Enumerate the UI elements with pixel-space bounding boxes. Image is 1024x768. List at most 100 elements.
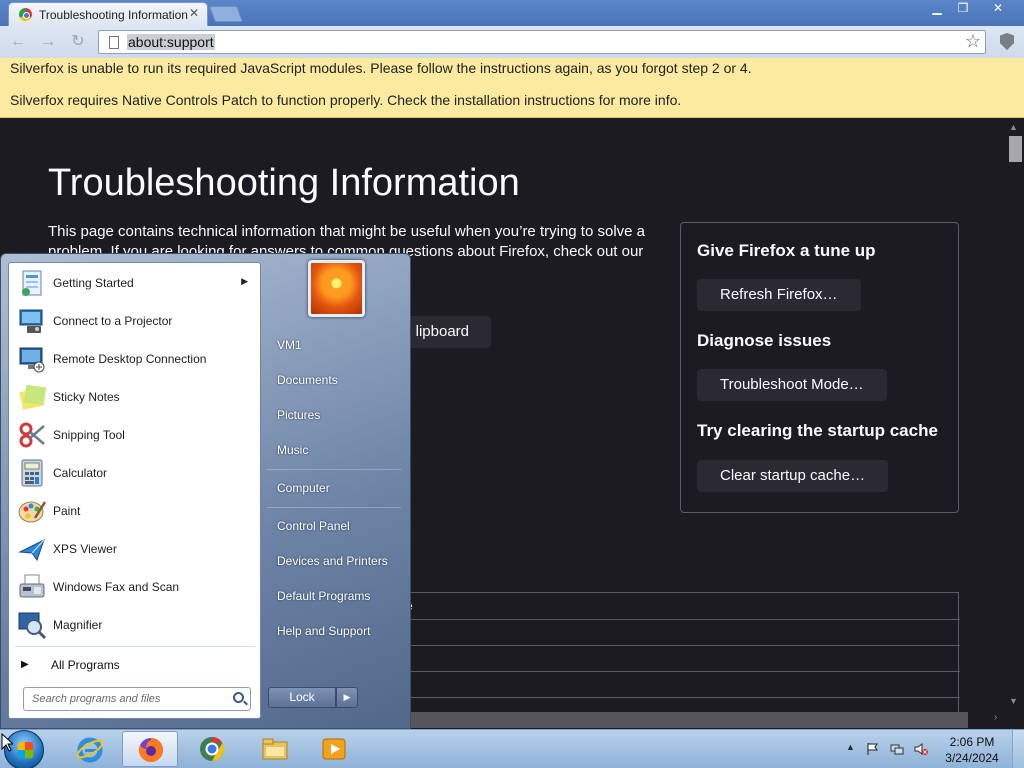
- close-tab-icon[interactable]: ✕: [189, 6, 199, 20]
- projector-icon: [19, 309, 43, 333]
- taskbar-clock[interactable]: 2:06 PM 3/24/2024: [936, 734, 1008, 766]
- paint-palette-icon: [18, 501, 47, 523]
- bookmark-star-icon[interactable]: ☆: [965, 31, 981, 52]
- taskbar: ▲ 2:06 PM 3/24/2024: [0, 729, 1024, 768]
- shutdown-options-arrow-icon[interactable]: ▶: [336, 687, 358, 708]
- notice-line-1: Silverfox is unable to run its required …: [10, 60, 752, 76]
- clear-startup-cache-button[interactable]: Clear startup cache…: [697, 460, 889, 492]
- window-titlebar: Troubleshooting Information ✕ ▁ ❐ ✕: [0, 0, 1024, 26]
- search-programs-input[interactable]: Search programs and files: [23, 687, 251, 711]
- start-link-devices-printers[interactable]: Devices and Printers: [277, 554, 388, 568]
- clock-date: 3/24/2024: [945, 751, 999, 765]
- start-link-help-support[interactable]: Help and Support: [277, 624, 370, 638]
- program-fax-scan[interactable]: Windows Fax and Scan: [13, 569, 256, 605]
- start-menu-programs-pane: Getting Started ▶ Connect to a Projector…: [8, 262, 261, 719]
- start-link-user[interactable]: VM1: [277, 338, 302, 352]
- file-explorer-icon: [262, 738, 288, 760]
- page-icon: [109, 36, 119, 49]
- program-label: Calculator: [53, 466, 108, 480]
- all-programs-button[interactable]: ▶ All Programs: [21, 653, 251, 677]
- browser-tab[interactable]: Troubleshooting Information ✕: [8, 2, 208, 26]
- program-label: Paint: [53, 504, 81, 518]
- start-link-control-panel[interactable]: Control Panel: [277, 519, 350, 533]
- start-link-pictures[interactable]: Pictures: [277, 408, 320, 422]
- troubleshoot-mode-button[interactable]: Troubleshoot Mode…: [697, 369, 887, 401]
- firefox-icon: [138, 738, 163, 762]
- network-icon[interactable]: [890, 742, 904, 756]
- taskbar-firefox[interactable]: [122, 731, 178, 767]
- tuneup-heading: Give Firefox a tune up: [697, 241, 876, 260]
- all-programs-arrow-icon: ▶: [21, 659, 29, 670]
- menu-divider: [15, 646, 255, 647]
- startup-cache-heading: Try clearing the startup cache: [697, 421, 938, 440]
- scroll-right-icon[interactable]: ›: [994, 712, 997, 723]
- taskbar-chrome[interactable]: [184, 731, 240, 767]
- taskbar-internet-explorer[interactable]: [62, 731, 118, 767]
- menu-separator: [267, 507, 401, 508]
- show-hidden-icons-icon[interactable]: ▲: [846, 742, 855, 752]
- show-desktop-button[interactable]: [1012, 730, 1024, 768]
- system-tray: ▲ 2:06 PM 3/24/2024: [844, 730, 1024, 768]
- scrollbar-thumb[interactable]: [1009, 136, 1022, 162]
- start-link-music[interactable]: Music: [277, 443, 308, 457]
- start-link-documents[interactable]: Documents: [277, 373, 338, 387]
- action-box: Give Firefox a tune up Refresh Firefox… …: [680, 222, 959, 513]
- start-link-computer[interactable]: Computer: [277, 481, 330, 495]
- reload-icon[interactable]: ↻: [68, 32, 88, 52]
- chrome-icon: [200, 737, 225, 761]
- restore-button[interactable]: ❐: [950, 0, 976, 18]
- program-label: XPS Viewer: [53, 542, 117, 556]
- refresh-firefox-button[interactable]: Refresh Firefox…: [697, 279, 861, 311]
- action-center-flag-icon[interactable]: [866, 742, 880, 756]
- program-connect-projector[interactable]: Connect to a Projector: [13, 303, 256, 339]
- program-remote-desktop[interactable]: Remote Desktop Connection: [13, 341, 256, 377]
- fax-icon: [19, 574, 45, 598]
- search-placeholder: Search programs and files: [32, 693, 161, 705]
- scissors-icon: [19, 422, 45, 448]
- magnifier-icon: [18, 612, 47, 640]
- start-link-default-programs[interactable]: Default Programs: [277, 589, 370, 603]
- getting-started-icon: [22, 270, 42, 296]
- browser-toolbar: ← → ↻ about:support ☆: [0, 26, 1024, 58]
- vertical-scrollbar[interactable]: ▲ ▼: [1006, 118, 1024, 712]
- program-getting-started[interactable]: Getting Started ▶: [13, 265, 256, 301]
- back-arrow-icon[interactable]: ←: [8, 32, 28, 52]
- search-icon[interactable]: [233, 692, 244, 703]
- xps-viewer-icon: [18, 539, 45, 562]
- new-tab-button[interactable]: [209, 6, 243, 22]
- sticky-notes-icon: [19, 384, 47, 410]
- minimize-button[interactable]: ▁: [924, 0, 950, 18]
- clock-time: 2:06 PM: [949, 735, 995, 749]
- mouse-cursor-icon: [1, 733, 13, 752]
- diagnose-heading: Diagnose issues: [697, 331, 832, 350]
- program-magnifier[interactable]: Magnifier: [13, 607, 256, 643]
- program-label: Connect to a Projector: [53, 314, 173, 328]
- program-label: Magnifier: [53, 618, 103, 632]
- warning-notice-bar: Silverfox is unable to run its required …: [0, 58, 1024, 118]
- scroll-down-icon[interactable]: ▼: [1009, 696, 1018, 706]
- program-xps-viewer[interactable]: XPS Viewer: [13, 531, 256, 567]
- horizontal-scrollbar-thumb[interactable]: [400, 712, 968, 728]
- program-sticky-notes[interactable]: Sticky Notes: [13, 379, 256, 415]
- program-label: Snipping Tool: [53, 428, 125, 442]
- url-text[interactable]: about:support: [127, 34, 215, 50]
- program-label: Windows Fax and Scan: [53, 580, 180, 594]
- close-window-button[interactable]: ✕: [976, 0, 1020, 18]
- ublock-shield-icon[interactable]: [1000, 33, 1014, 50]
- taskbar-media-player[interactable]: [306, 731, 362, 767]
- notice-line-2: Silverfox requires Native Controls Patch…: [10, 92, 682, 108]
- forward-arrow-icon[interactable]: →: [38, 32, 58, 52]
- program-snipping-tool[interactable]: Snipping Tool: [13, 417, 256, 453]
- program-paint[interactable]: Paint: [13, 493, 256, 529]
- volume-muted-icon[interactable]: [914, 742, 928, 756]
- address-bar[interactable]: about:support ☆: [98, 30, 986, 54]
- scroll-up-icon[interactable]: ▲: [1009, 122, 1018, 132]
- program-calculator[interactable]: Calculator: [13, 455, 256, 491]
- start-menu: Getting Started ▶ Connect to a Projector…: [0, 253, 411, 729]
- submenu-arrow-icon[interactable]: ▶: [241, 276, 248, 287]
- lock-button[interactable]: Lock: [268, 687, 336, 708]
- taskbar-file-explorer[interactable]: [247, 731, 303, 767]
- internet-explorer-icon: [76, 737, 104, 763]
- tab-title: Troubleshooting Information: [39, 8, 188, 22]
- user-picture-avatar[interactable]: [308, 260, 365, 317]
